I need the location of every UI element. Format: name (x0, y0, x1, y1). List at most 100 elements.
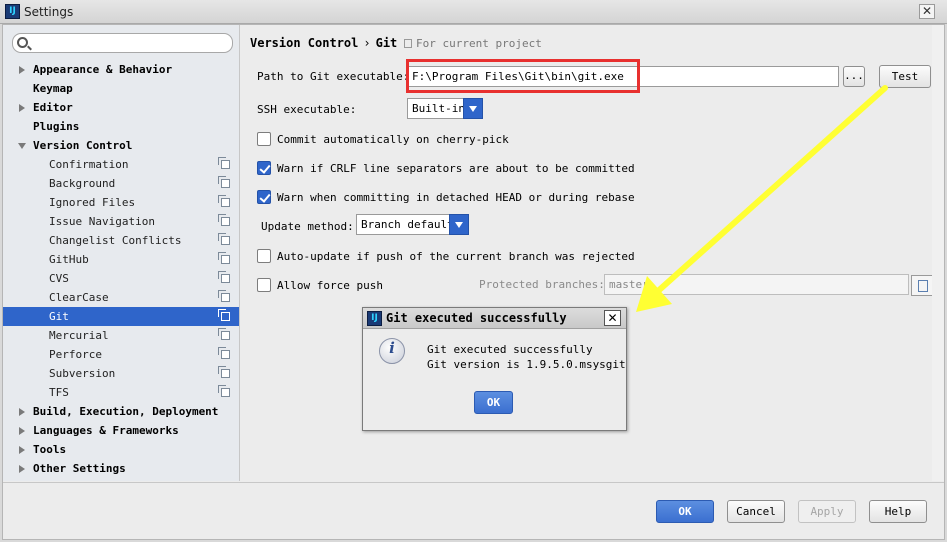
project-settings-icon (218, 385, 230, 397)
chevron-right-icon[interactable] (19, 427, 25, 435)
sidebar-item-build-execution-deployment[interactable]: Build, Execution, Deployment (3, 402, 239, 421)
sidebar-item-label: Issue Navigation (49, 215, 155, 228)
crlf-warning-checkbox[interactable] (257, 161, 271, 175)
detached-head-label: Warn when committing in detached HEAD or… (277, 191, 635, 204)
close-icon[interactable]: ✕ (919, 4, 935, 19)
apply-button[interactable]: Apply (798, 500, 856, 523)
crlf-warning-label: Warn if CRLF line separators are about t… (277, 162, 635, 175)
sidebar-item-tools[interactable]: Tools (3, 440, 239, 459)
search-input[interactable] (12, 33, 233, 53)
for-current-project: For current project (404, 37, 542, 50)
intellij-icon: IJ (367, 311, 382, 326)
sidebar-item-other-settings[interactable]: Other Settings (3, 459, 239, 478)
sidebar-item-subversion[interactable]: Subversion (3, 364, 239, 383)
sidebar: Appearance & Behavior Keymap Editor Plugins… (3, 25, 240, 481)
force-push-label: Allow force push (277, 279, 383, 292)
ssh-executable-value: Built-in (412, 102, 465, 115)
chevron-right-icon[interactable] (19, 66, 25, 74)
sidebar-item-ignored-files[interactable]: Ignored Files (3, 193, 239, 212)
scrollbar[interactable] (932, 25, 944, 481)
chevron-down-icon (449, 214, 469, 235)
sidebar-item-git[interactable]: Git (3, 307, 239, 326)
sidebar-item-appearance-behavior[interactable]: Appearance & Behavior (3, 60, 239, 79)
breadcrumb-separator: › (363, 36, 371, 50)
sidebar-item-label: CVS (49, 272, 69, 285)
test-button[interactable]: Test (879, 65, 931, 88)
force-push-checkbox[interactable] (257, 278, 271, 292)
sidebar-item-label: Changelist Conflicts (49, 234, 182, 247)
project-settings-icon (218, 214, 230, 226)
project-settings-icon (218, 195, 230, 207)
auto-update-label: Auto-update if push of the current branc… (277, 250, 635, 263)
project-settings-icon (218, 290, 230, 302)
close-icon[interactable]: ✕ (604, 310, 621, 326)
sidebar-item-label: ClearCase (49, 291, 109, 304)
window-title: Settings (24, 5, 74, 19)
cherry-pick-checkbox[interactable] (257, 132, 271, 146)
update-method-value: Branch default (361, 218, 454, 231)
breadcrumb: Version Control › Git (250, 36, 397, 50)
help-button[interactable]: Help (869, 500, 927, 523)
sidebar-item-editor[interactable]: Editor (3, 98, 239, 117)
sidebar-item-label: Plugins (33, 120, 80, 133)
sidebar-item-background[interactable]: Background (3, 174, 239, 193)
sidebar-item-confirmation[interactable]: Confirmation (3, 155, 239, 174)
ssh-executable-label: SSH executable: (257, 103, 357, 116)
sidebar-item-label: Other Settings (33, 462, 126, 475)
ok-button[interactable]: OK (656, 500, 714, 523)
sidebar-item-keymap[interactable]: Keymap (3, 79, 239, 98)
protected-branches-input[interactable]: master (604, 274, 909, 295)
cancel-button[interactable]: Cancel (727, 500, 785, 523)
for-current-project-label: For current project (416, 37, 542, 50)
branch-config-icon[interactable] (911, 275, 933, 296)
sidebar-item-cvs[interactable]: CVS (3, 269, 239, 288)
project-settings-icon (218, 328, 230, 340)
auto-update-checkbox[interactable] (257, 249, 271, 263)
project-settings-icon (218, 252, 230, 264)
settings-tree: Appearance & Behavior Keymap Editor Plugins… (3, 60, 239, 478)
sidebar-item-label: Confirmation (49, 158, 129, 171)
sidebar-item-label: Mercurial (49, 329, 109, 342)
chevron-right-icon[interactable] (19, 465, 25, 473)
chevron-down-icon (463, 98, 483, 119)
sidebar-item-plugins[interactable]: Plugins (3, 117, 239, 136)
sidebar-item-github[interactable]: GitHub (3, 250, 239, 269)
sidebar-item-label: Tools (33, 443, 67, 456)
sidebar-item-label: Ignored Files (49, 196, 136, 209)
project-settings-icon (218, 176, 230, 188)
sidebar-item-languages-frameworks[interactable]: Languages & Frameworks (3, 421, 239, 440)
sidebar-item-version-control[interactable]: Version Control (3, 136, 239, 155)
intellij-icon: IJ (5, 4, 20, 19)
sidebar-item-label: Background (49, 177, 116, 190)
sidebar-item-label: Editor (33, 101, 73, 114)
sidebar-item-clearcase[interactable]: ClearCase (3, 288, 239, 307)
chevron-right-icon[interactable] (19, 446, 25, 454)
protected-branches-label: Protected branches: (479, 278, 605, 291)
update-method-select[interactable]: Branch default (356, 214, 469, 235)
chevron-right-icon[interactable] (19, 408, 25, 416)
update-method-label: Update method: (261, 220, 354, 233)
browse-button[interactable]: ... (843, 66, 865, 87)
dialog-message-line1: Git executed successfully (427, 343, 593, 356)
project-settings-icon (218, 309, 230, 321)
chevron-down-icon[interactable] (18, 143, 26, 149)
dialog-ok-button[interactable]: OK (474, 391, 513, 414)
breadcrumb-parent: Version Control (250, 36, 359, 50)
sidebar-item-changelist-conflicts[interactable]: Changelist Conflicts (3, 231, 239, 250)
sidebar-item-mercurial[interactable]: Mercurial (3, 326, 239, 345)
sidebar-item-label: TFS (49, 386, 69, 399)
ssh-executable-select[interactable]: Built-in (407, 98, 483, 119)
sidebar-item-label: Appearance & Behavior (33, 63, 173, 76)
breadcrumb-current: Git (375, 36, 398, 50)
chevron-right-icon[interactable] (19, 104, 25, 112)
project-settings-icon (404, 39, 412, 48)
sidebar-item-label: Languages & Frameworks (33, 424, 179, 437)
detached-head-checkbox[interactable] (257, 190, 271, 204)
project-settings-icon (218, 271, 230, 283)
sidebar-item-perforce[interactable]: Perforce (3, 345, 239, 364)
sidebar-item-issue-navigation[interactable]: Issue Navigation (3, 212, 239, 231)
sidebar-item-tfs[interactable]: TFS (3, 383, 239, 402)
settings-dialog: Appearance & Behavior Keymap Editor Plugins… (2, 24, 945, 540)
button-bar: OK Cancel Apply Help (3, 482, 944, 539)
project-settings-icon (218, 233, 230, 245)
